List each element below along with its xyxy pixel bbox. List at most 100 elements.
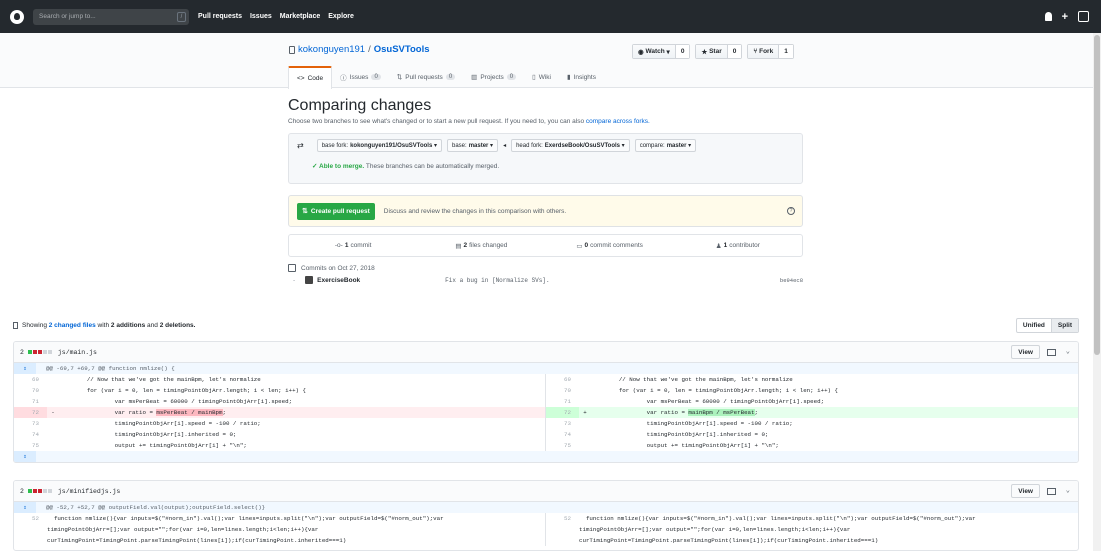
tab-code[interactable]: <> Code (288, 66, 333, 89)
file-name[interactable]: js/minifiedjs.js (58, 488, 120, 495)
changed-files-link[interactable]: 2 changed files (49, 322, 96, 329)
base-branch-select[interactable]: base: master ▾ (447, 139, 499, 152)
base-fork-select[interactable]: base fork: kokonguyen191/OsuSVTools ▾ (316, 139, 442, 152)
head-fork-label: head fork: (516, 142, 543, 149)
bell-icon[interactable] (1044, 12, 1052, 21)
star-button[interactable]: ★ Star 0 (695, 44, 743, 59)
avatar[interactable] (1078, 11, 1089, 22)
tab-issues[interactable]: ⓘ Issues 0 (332, 66, 389, 88)
page-title: Comparing changes (288, 97, 432, 114)
line-number[interactable]: 71 (14, 396, 47, 407)
desktop-icon[interactable] (1047, 488, 1056, 495)
repo-tabs: <> Code ⓘ Issues 0 ⇅ Pull requests 0 ▥ Project… (288, 66, 604, 89)
context-line: 73 timingPointObjArr[i].speed = -100 / r… (546, 418, 1078, 429)
compare-branch-select[interactable]: compare: master ▾ (634, 139, 697, 152)
line-number[interactable]: 52 (546, 513, 579, 546)
fork-count[interactable]: 1 (778, 45, 793, 58)
unified-button[interactable]: Unified (1017, 319, 1051, 332)
commit-comments-tab[interactable]: ▭ 0 commit comments (546, 235, 674, 256)
summary-additions: 2 additions (110, 321, 146, 329)
desktop-icon[interactable] (1047, 349, 1056, 356)
head-fork-select[interactable]: head fork: ExerdseBook/OsuSVTools ▾ (511, 139, 630, 152)
nav-pull-requests[interactable]: Pull requests (198, 13, 242, 20)
line-number[interactable]: 73 (546, 418, 579, 429)
code-text: timingPointObjArr[i].inherited = 0; (59, 431, 237, 438)
code-text: timingPointObjArr[i].inherited = 0; (591, 431, 769, 438)
numbers-summary: -o- 1 commit ▤ 2 files changed ▭ 0 commit comm… (288, 234, 803, 257)
create-pull-request-button[interactable]: ⇅ Create pull request (297, 202, 375, 220)
line-number[interactable]: 74 (546, 429, 579, 440)
project-icon: ▥ (471, 74, 478, 81)
star-icon: ★ (701, 48, 710, 56)
commit-message[interactable]: Fix a bug in [Normalize SVs]. (445, 277, 549, 284)
chevron-down-icon[interactable]: ⌄ (1066, 486, 1070, 495)
files-changed-tab[interactable]: ▤ 2 files changed (417, 235, 545, 256)
line-number[interactable]: 74 (14, 429, 47, 440)
search-placeholder: Search or jump to... (39, 13, 96, 20)
repo-separator: / (368, 44, 371, 55)
expand-up-icon[interactable]: ⇕ (14, 502, 36, 513)
line-number[interactable]: 70 (546, 385, 579, 396)
page-scrollbar[interactable] (1093, 33, 1101, 551)
view-file-button[interactable]: View (1011, 484, 1040, 498)
repo-owner-link[interactable]: kokonguyen191 (298, 44, 365, 55)
hunk-header: ⇕ @@ -52,7 +52,7 @@ outputField.val(outp… (14, 502, 1078, 513)
github-logo-icon[interactable] (10, 9, 24, 24)
expand-up-icon[interactable]: ⇕ (14, 363, 36, 374)
range-editor: ⇄ base fork: kokonguyen191/OsuSVTools ▾ b… (288, 133, 803, 184)
expand-down-icon[interactable]: ⇕ (14, 451, 36, 462)
author-avatar[interactable] (305, 276, 314, 284)
commit-sha[interactable]: be94ec8 (780, 277, 803, 284)
chevron-down-icon[interactable]: ⌄ (1066, 347, 1070, 356)
nav-issues[interactable]: Issues (250, 13, 272, 20)
line-number[interactable]: 69 (14, 374, 47, 385)
create-new-button[interactable]: + (1062, 11, 1068, 23)
line-number[interactable]: 75 (546, 440, 579, 451)
code-text: var ratio = (59, 409, 157, 416)
header-actions: + (1044, 0, 1089, 33)
nav-explore[interactable]: Explore (328, 13, 354, 20)
tab-wiki[interactable]: ▯ Wiki (524, 66, 559, 88)
head-fork-value: ExerdseBook/OsuSVTools (544, 142, 621, 149)
fork-button[interactable]: ⑂ Fork 1 (747, 44, 794, 59)
repo-icon (289, 45, 295, 54)
line-number[interactable]: 71 (546, 396, 579, 407)
split-button[interactable]: Split (1050, 319, 1078, 332)
calendar-icon (288, 264, 296, 272)
commit-author[interactable]: ExerciseBook (317, 277, 445, 284)
watch-button[interactable]: ◉ Watch ▾ 0 (632, 44, 691, 59)
file-icon (13, 321, 18, 329)
line-number[interactable]: 52 (14, 513, 47, 546)
tab-insights[interactable]: ▮ Insights (559, 66, 604, 88)
code-text: timingPointObjArr[i].speed = -100 / rati… (591, 420, 793, 427)
star-count[interactable]: 0 (726, 45, 742, 58)
view-file-button[interactable]: View (1011, 345, 1040, 359)
context-line: 71 var msPerBeat = 60000 / timingPointOb… (546, 396, 1078, 407)
file-name[interactable]: js/main.js (58, 349, 97, 356)
repo-name-link[interactable]: OsuSVTools (374, 44, 430, 55)
split-diff: 52 function nmlize(){var inputs=$("#norm… (14, 513, 1078, 546)
search-input[interactable]: Search or jump to... / (33, 8, 189, 25)
line-number[interactable]: 70 (14, 385, 47, 396)
line-number[interactable]: 73 (14, 418, 47, 429)
compare-arrows-icon: ⇄ (297, 141, 304, 150)
line-number[interactable]: 72 (546, 407, 579, 418)
tab-pull-requests[interactable]: ⇅ Pull requests 0 (389, 66, 463, 88)
tab-insights-label: Insights (573, 73, 596, 81)
nav-marketplace[interactable]: Marketplace (280, 13, 320, 20)
line-number[interactable]: 75 (14, 440, 47, 451)
compare-across-forks-link[interactable]: compare across forks. (586, 118, 650, 125)
contributors-tab[interactable]: ♟ 1 contributor (674, 235, 802, 256)
line-number[interactable]: 72 (14, 407, 47, 418)
compare-description: Choose two branches to see what's change… (288, 118, 803, 125)
tab-wiki-label: Wiki (538, 73, 551, 81)
tab-pull-requests-label: Pull requests (405, 73, 443, 81)
file-header: 2 js/minifiedjs.js View ⌄ (14, 481, 1078, 502)
help-icon[interactable]: ? (787, 207, 795, 215)
code-line: function nmlize(){var inputs=$("#norm_in… (579, 515, 976, 544)
tab-projects[interactable]: ▥ Projects 0 (463, 66, 524, 88)
line-number[interactable]: 69 (546, 374, 579, 385)
watch-count[interactable]: 0 (674, 45, 690, 58)
commits-count-tab[interactable]: -o- 1 commit (289, 235, 417, 256)
context-line: 69 // Now that we've got the mainBpm, le… (546, 374, 1078, 385)
